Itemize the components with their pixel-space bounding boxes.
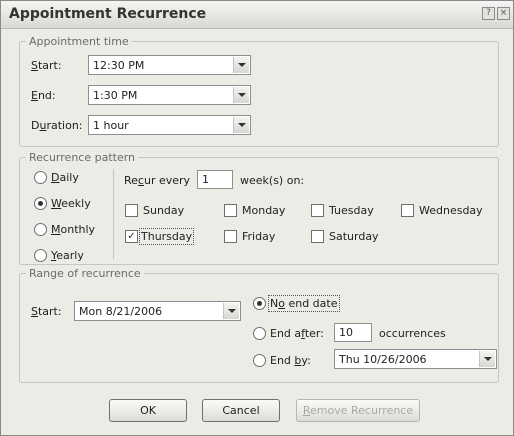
chevron-down-icon[interactable] [233, 57, 249, 73]
pattern-divider [113, 169, 114, 259]
close-button[interactable]: × [497, 7, 510, 20]
end-by-label[interactable]: End by: [270, 354, 311, 367]
end-after-label[interactable]: End after: [270, 327, 324, 340]
thursday-label[interactable]: Thursday [138, 228, 195, 245]
monthly-label[interactable]: Monthly [51, 223, 95, 236]
recur-every-label: Recur every [124, 174, 191, 187]
range-of-recurrence-legend: Range of recurrence [29, 267, 141, 280]
end-after-radio[interactable] [253, 327, 266, 340]
tuesday-checkbox[interactable] [311, 204, 324, 217]
yearly-label[interactable]: Yearly [51, 249, 84, 262]
end-by-combo[interactable]: Thu 10/26/2006 [334, 349, 497, 369]
start-time-value: 12:30 PM [93, 59, 145, 72]
chevron-down-icon[interactable] [233, 87, 249, 103]
thursday-checkbox[interactable]: ✓ [125, 230, 138, 243]
dialog-title: Appointment Recurrence [9, 6, 207, 22]
end-time-combo[interactable]: 1:30 PM [88, 85, 251, 105]
start-time-combo[interactable]: 12:30 PM [88, 55, 251, 75]
end-by-value: Thu 10/26/2006 [339, 353, 427, 366]
range-start-label: Start: [31, 305, 62, 318]
weekly-label[interactable]: Weekly [51, 197, 91, 210]
occurrences-input[interactable]: 10 [334, 323, 372, 342]
sunday-label[interactable]: Sunday [143, 204, 184, 217]
no-end-date-radio[interactable] [253, 297, 266, 310]
tuesday-label[interactable]: Tuesday [329, 204, 374, 217]
duration-label: Duration: [31, 119, 83, 132]
start-time-label: Start: [31, 59, 62, 72]
monthly-radio[interactable] [34, 223, 47, 236]
saturday-checkbox[interactable] [311, 230, 324, 243]
chevron-down-icon[interactable] [223, 303, 239, 319]
range-start-value: Mon 8/21/2006 [79, 305, 163, 318]
sunday-checkbox[interactable] [125, 204, 138, 217]
end-by-radio[interactable] [253, 354, 266, 367]
no-end-date-label[interactable]: No end date [268, 295, 340, 312]
help-button[interactable]: ? [482, 7, 495, 20]
daily-radio[interactable] [34, 171, 47, 184]
wednesday-checkbox[interactable] [401, 204, 414, 217]
weeks-on-label: week(s) on: [240, 174, 305, 187]
chevron-down-icon[interactable] [479, 351, 495, 367]
title-bar: Appointment Recurrence ? × [1, 1, 513, 29]
duration-value: 1 hour [93, 119, 129, 132]
duration-combo[interactable]: 1 hour [88, 115, 251, 135]
recurrence-pattern-legend: Recurrence pattern [29, 151, 136, 164]
yearly-radio[interactable] [34, 249, 47, 262]
ok-button[interactable]: OK [109, 399, 187, 422]
occurrences-label: occurrences [379, 327, 446, 340]
cancel-button[interactable]: Cancel [202, 399, 280, 422]
wednesday-label[interactable]: Wednesday [419, 204, 483, 217]
range-start-combo[interactable]: Mon 8/21/2006 [74, 301, 241, 321]
friday-checkbox[interactable] [224, 230, 237, 243]
monday-checkbox[interactable] [224, 204, 237, 217]
monday-label[interactable]: Monday [242, 204, 285, 217]
remove-recurrence-button[interactable]: Remove Recurrence [296, 399, 420, 422]
appointment-time-legend: Appointment time [29, 35, 129, 48]
recur-every-input[interactable]: 1 [197, 170, 233, 189]
weekly-radio[interactable] [34, 197, 47, 210]
daily-label[interactable]: Daily [51, 171, 79, 184]
end-time-label: End: [31, 89, 56, 102]
friday-label[interactable]: Friday [242, 230, 275, 243]
end-time-value: 1:30 PM [93, 89, 138, 102]
chevron-down-icon[interactable] [233, 117, 249, 133]
saturday-label[interactable]: Saturday [329, 230, 379, 243]
appointment-recurrence-dialog: Appointment Recurrence ? × Appointment t… [0, 0, 514, 436]
